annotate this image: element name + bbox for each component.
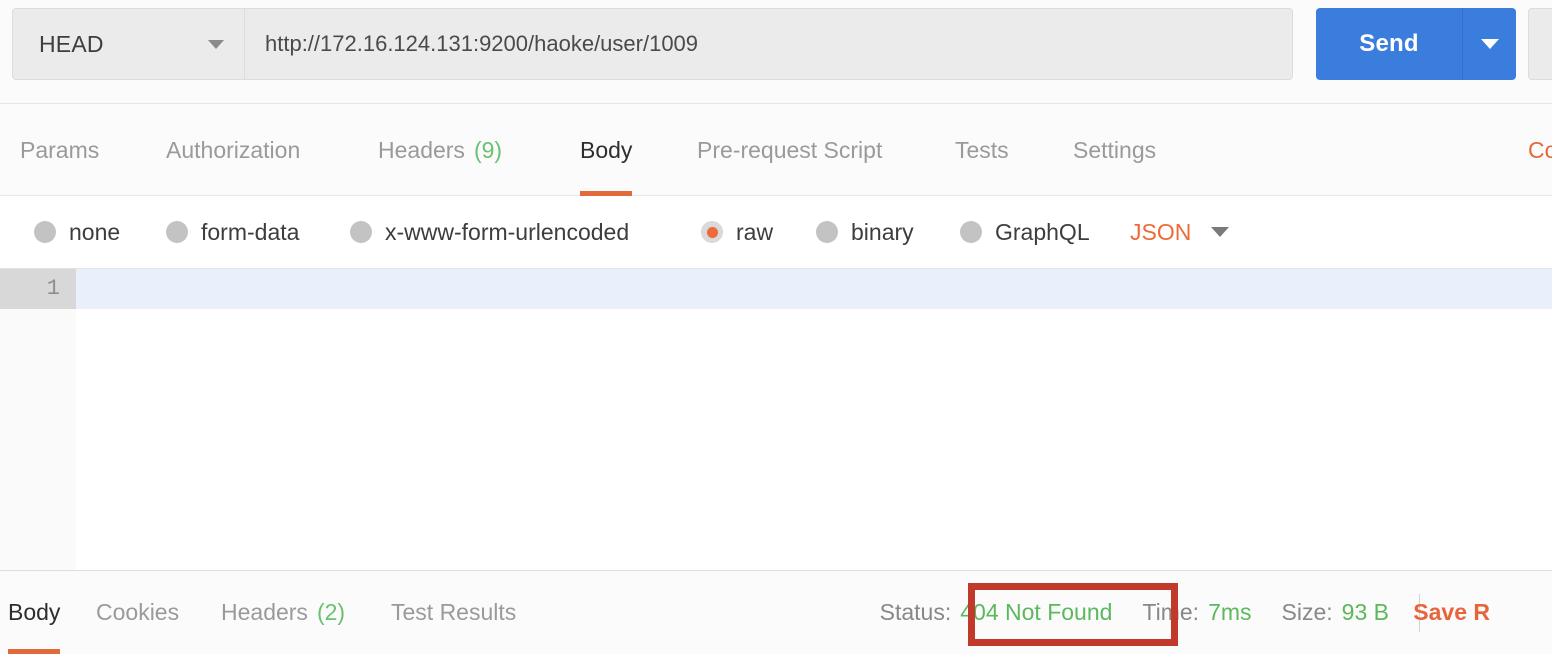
status-value[interactable]: 404 Not Found [960,599,1112,626]
tab-params[interactable]: Params [20,104,99,196]
tab-tests[interactable]: Tests [955,104,1009,196]
send-button-group: Send [1316,8,1516,80]
tab-label: Cookies [96,599,180,625]
size-value: 93 B [1341,599,1389,625]
postman-request-response-panel: HEAD Send Params Authorization Headers (… [0,0,1552,654]
tab-label: Test Results [391,599,517,625]
response-tab-body[interactable]: Body [8,571,61,654]
tab-label: Authorization [166,136,301,163]
tab-body[interactable]: Body [580,104,633,196]
http-method-label: HEAD [39,30,104,57]
time-label: Time: [1142,599,1200,625]
tab-headers[interactable]: Headers (9) [378,104,502,196]
tab-label: Body [8,599,61,625]
size-label: Size: [1281,599,1333,625]
body-format-select[interactable]: JSON [1130,218,1230,246]
body-type-label: GraphQL [995,218,1090,245]
request-body-editor[interactable]: 1 [0,269,1552,570]
tab-pre-request-script[interactable]: Pre-request Script [697,104,882,196]
response-tab-cookies[interactable]: Cookies [96,571,179,654]
status-label: Status: [879,599,952,625]
tab-label: Params [20,136,100,163]
tab-settings[interactable]: Settings [1073,104,1156,196]
request-tab-bar: Params Authorization Headers (9) Body Pr… [0,104,1552,196]
tab-count-badge: (2) [316,599,346,625]
response-status-bar: Body Cookies Headers (2) Test Results St… [0,570,1552,654]
tab-label: Headers [221,599,308,625]
tab-label: Pre-request Script [697,136,883,163]
body-type-selector-row: none form-data x-www-form-urlencoded raw… [0,196,1552,269]
editor-line[interactable] [76,269,1552,309]
body-type-label: x-www-form-urlencoded [385,218,630,245]
tab-label: Tests [955,136,1009,163]
send-options-button[interactable] [1462,8,1516,80]
chevron-down-icon [1211,227,1230,237]
send-button[interactable]: Send [1316,8,1462,80]
request-url-input[interactable] [265,31,1272,57]
body-type-label: raw [736,218,774,245]
body-type-form-data[interactable]: form-data [166,219,299,246]
radio-icon [166,221,188,243]
tab-authorization[interactable]: Authorization [166,104,300,196]
chevron-down-icon [208,39,224,49]
body-type-label: none [69,218,121,245]
chevron-down-icon [1480,39,1499,49]
response-tab-headers[interactable]: Headers (2) [221,571,345,654]
body-type-binary[interactable]: binary [816,219,914,246]
body-type-label: form-data [201,218,300,245]
body-type-label: binary [851,218,914,245]
time-value: 7ms [1208,599,1252,625]
radio-icon [34,221,56,243]
editor-gutter: 1 [0,269,76,570]
tab-label: Headers [378,136,465,163]
body-type-x-www-form-urlencoded[interactable]: x-www-form-urlencoded [350,219,629,246]
radio-icon-selected [701,221,723,243]
tab-count-badge: (9) [473,136,503,163]
method-url-group: HEAD [12,8,1293,80]
response-meta-group: Status: 404 Not Found Time: 7ms Size: 93… [879,571,1490,654]
http-method-select[interactable]: HEAD [13,9,245,79]
editor-code-area[interactable] [76,269,1552,570]
body-format-label: JSON [1130,218,1192,245]
request-url-input-wrap[interactable] [245,9,1292,79]
body-type-raw[interactable]: raw [701,219,773,246]
active-tab-indicator [8,649,61,654]
response-tab-test-results[interactable]: Test Results [391,571,516,654]
tab-label: Body [580,136,633,163]
line-number: 1 [0,269,76,309]
cookies-link[interactable]: Cookies [1528,104,1552,196]
request-url-bar: HEAD Send [0,0,1552,104]
radio-icon [960,221,982,243]
radio-icon [816,221,838,243]
save-request-button[interactable] [1528,8,1552,80]
radio-icon [350,221,372,243]
body-type-graphql[interactable]: GraphQL [960,219,1090,246]
body-type-none[interactable]: none [34,219,120,246]
save-response-button[interactable]: Save R [1413,571,1490,654]
tab-label: Settings [1073,136,1157,163]
